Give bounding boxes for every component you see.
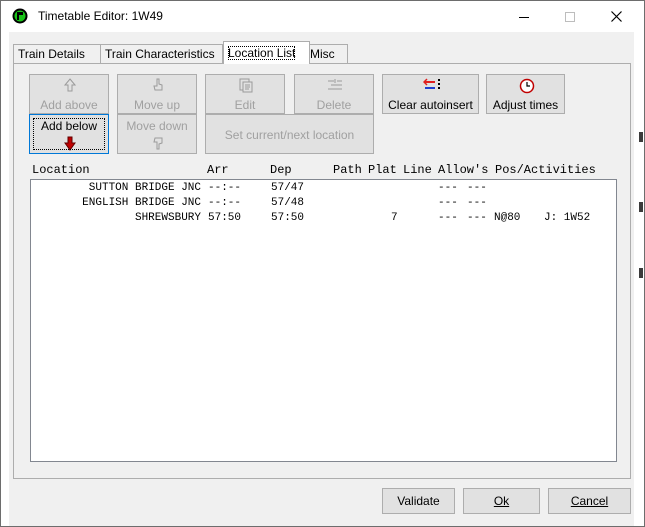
timetable-editor-window: Timetable Editor: 1W49 Train Details Tra…: [0, 0, 645, 527]
row-allow-2: ---: [467, 212, 487, 224]
right-window-strip: [634, 32, 644, 526]
table-row[interactable]: ENGLISH BRIDGE JNC --:-- 57/48 --- ---: [31, 197, 616, 211]
maximize-button: [547, 1, 593, 32]
arrow-up-icon: [64, 78, 76, 92]
delete-label: Delete: [316, 98, 352, 112]
tab-train-characteristics-label: Train Characteristics: [105, 47, 215, 61]
column-header-location: Location: [32, 163, 90, 177]
hand-up-icon: [153, 78, 163, 91]
row-activity: J: 1W52: [544, 212, 591, 224]
hand-down-icon: [153, 137, 163, 150]
move-up-button[interactable]: Move up: [117, 74, 197, 114]
delete-button[interactable]: Delete: [294, 74, 374, 114]
column-header-line: Line: [403, 163, 432, 177]
row-dep: 57/47: [271, 182, 305, 194]
tab-train-details-label: Train Details: [18, 47, 85, 61]
table-row[interactable]: SHREWSBURY 57:50 57:50 7 --- --- N@80 J:…: [31, 212, 616, 226]
delete-row-icon: [328, 79, 342, 90]
tab-train-details[interactable]: Train Details: [13, 44, 105, 64]
cancel-label: Cancel: [570, 494, 609, 508]
tab-misc[interactable]: Misc: [305, 44, 348, 64]
move-up-label: Move up: [133, 98, 181, 112]
table-row[interactable]: SUTTON BRIDGE JNC --:-- 57/47 --- ---: [31, 182, 616, 196]
adjust-times-label: Adjust times: [492, 98, 559, 112]
arrow-down-icon: [64, 136, 76, 151]
set-current-next-location-button[interactable]: Set current/next location: [205, 114, 374, 154]
row-arr: --:--: [208, 182, 242, 194]
cancel-button[interactable]: Cancel: [548, 488, 631, 514]
add-below-button[interactable]: Add below: [29, 114, 109, 154]
validate-label: Validate: [397, 494, 440, 508]
move-down-label: Move down: [126, 119, 188, 133]
row-location: ENGLISH BRIDGE JNC: [82, 197, 201, 209]
column-header-path: Path: [333, 163, 362, 177]
tab-train-characteristics[interactable]: Train Characteristics: [100, 44, 223, 64]
add-above-button[interactable]: Add above: [29, 74, 109, 114]
row-dep: 57:50: [271, 212, 305, 224]
adjust-times-button[interactable]: Adjust times: [486, 74, 565, 114]
column-header-plat: Plat: [368, 163, 397, 177]
add-above-label: Add above: [40, 98, 98, 112]
clock-icon: [519, 78, 535, 94]
window-title: Timetable Editor: 1W49: [38, 9, 163, 23]
column-header-pos-activities: Pos/Activities: [495, 163, 596, 177]
tab-location-list[interactable]: Location List: [223, 41, 310, 64]
column-header-arr: Arr: [207, 163, 229, 177]
row-location: SUTTON BRIDGE JNC: [88, 182, 201, 194]
validate-button[interactable]: Validate: [382, 488, 455, 514]
row-allow-2: ---: [467, 182, 487, 194]
row-dep: 57/48: [271, 197, 305, 209]
left-window-strip: [1, 32, 9, 526]
app-logo-icon: [12, 8, 28, 24]
row-allow-2: ---: [467, 197, 487, 209]
edit-button[interactable]: Edit: [205, 74, 285, 114]
title-bar[interactable]: Timetable Editor: 1W49: [1, 1, 644, 32]
maximize-icon: [565, 11, 575, 22]
ok-label: Ok: [493, 494, 510, 508]
edit-label: Edit: [234, 98, 256, 112]
row-location: SHREWSBURY: [134, 212, 201, 224]
row-arr: --:--: [208, 197, 242, 209]
row-allow-1: ---: [438, 212, 458, 224]
clear-autoinsert-icon: [423, 78, 440, 89]
add-below-label: Add below: [40, 119, 98, 133]
minimize-icon: [519, 16, 529, 18]
clear-autoinsert-label: Clear autoinsert: [388, 98, 473, 112]
minimize-button[interactable]: [501, 1, 547, 32]
move-down-button[interactable]: Move down: [117, 114, 197, 154]
column-header-allows: Allow's: [438, 163, 489, 177]
set-current-next-location-label: Set current/next location: [224, 128, 355, 142]
close-icon: [610, 11, 622, 22]
close-button[interactable]: [593, 1, 639, 32]
column-header-dep: Dep: [270, 163, 292, 177]
clear-autoinsert-button[interactable]: Clear autoinsert: [382, 74, 479, 114]
row-allow-1: ---: [438, 197, 458, 209]
edit-document-icon: [239, 78, 253, 93]
tab-location-list-label: Location List: [228, 46, 296, 60]
location-listbox[interactable]: SUTTON BRIDGE JNC --:-- 57/47 --- --- EN…: [30, 179, 617, 462]
row-allow-1: ---: [438, 182, 458, 194]
tab-misc-label: Misc: [310, 47, 335, 61]
row-plat: 7: [391, 212, 398, 224]
ok-button[interactable]: Ok: [463, 488, 540, 514]
row-arr: 57:50: [208, 212, 242, 224]
row-pos: N@80: [494, 212, 521, 224]
